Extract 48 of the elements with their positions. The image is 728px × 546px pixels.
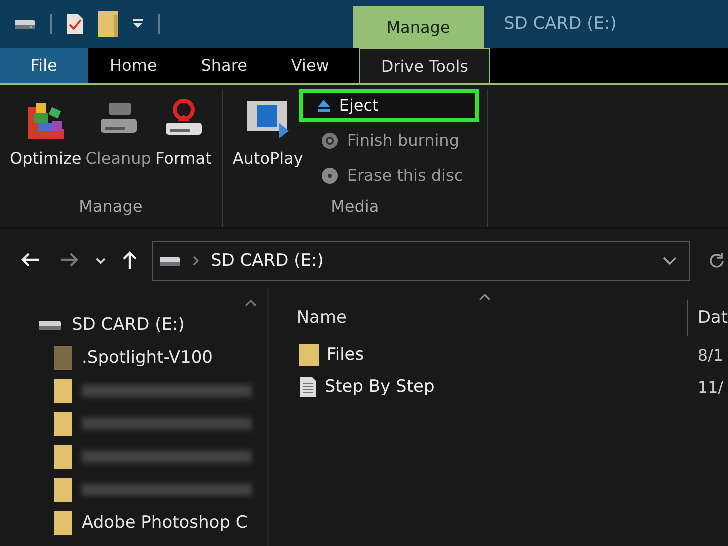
folder-icon xyxy=(298,344,319,366)
chevron-down-icon[interactable] xyxy=(663,257,677,265)
window-title: SD CARD (E:) xyxy=(503,13,617,36)
scroll-up-icon[interactable] xyxy=(244,299,257,307)
disc-icon xyxy=(321,132,340,150)
eject-icon xyxy=(317,98,332,112)
tree-item[interactable]: Adobe Photoshop C xyxy=(82,512,248,532)
ribbon-button[interactable]: Eject xyxy=(299,89,480,122)
folder-icon xyxy=(54,444,72,468)
disc-icon xyxy=(321,166,340,184)
ribbon-tab[interactable]: Share xyxy=(179,48,270,83)
ribbon-group-label: Manage xyxy=(78,197,144,218)
refresh-icon[interactable] xyxy=(708,252,726,270)
folder-icon xyxy=(54,478,72,502)
drive-icon[interactable] xyxy=(14,18,36,30)
arrow-right-icon xyxy=(60,252,80,268)
tree-item[interactable]: SD CARD (E:) xyxy=(72,315,185,335)
folder-icon xyxy=(54,378,72,402)
drive-icon xyxy=(38,319,62,331)
ribbon-tab[interactable]: Home xyxy=(88,48,180,83)
dropdown-icon[interactable] xyxy=(132,18,144,30)
ribbon-tab[interactable]: File xyxy=(0,48,88,83)
ribbon-button[interactable]: Optimize xyxy=(8,89,84,168)
chevron-down-icon[interactable] xyxy=(96,257,106,265)
context-tab-group-header: Manage xyxy=(353,6,484,48)
properties-icon[interactable] xyxy=(66,13,84,35)
column-header[interactable]: Name xyxy=(268,308,687,328)
ribbon-button[interactable]: Format xyxy=(153,89,214,168)
table-cell-text: 11/ xyxy=(696,378,724,396)
file-name[interactable]: Step By Step xyxy=(324,377,435,397)
address-path[interactable]: SD CARD (E:) xyxy=(211,251,324,271)
ribbon-group-label: Media xyxy=(330,197,380,218)
folder-icon xyxy=(54,346,72,370)
arrow-left-icon xyxy=(20,252,40,268)
column-header[interactable]: Dat xyxy=(686,300,728,336)
ribbon-tab[interactable]: View xyxy=(269,48,352,83)
folder-icon xyxy=(54,412,72,436)
folder-icon xyxy=(54,510,72,534)
sort-up-icon[interactable] xyxy=(478,293,491,301)
table-cell-text: 8/1 xyxy=(696,346,724,364)
tree-item[interactable]: .Spotlight-V100 xyxy=(82,348,213,368)
ribbon-tab[interactable]: Drive Tools xyxy=(359,48,490,83)
arrow-up-icon xyxy=(122,250,138,270)
document-icon xyxy=(298,376,317,398)
drive-icon xyxy=(159,256,181,266)
address-bar[interactable]: SD CARD (E:) xyxy=(152,241,690,281)
file-name[interactable]: Files xyxy=(326,345,364,365)
chevron-right-icon xyxy=(193,256,199,266)
